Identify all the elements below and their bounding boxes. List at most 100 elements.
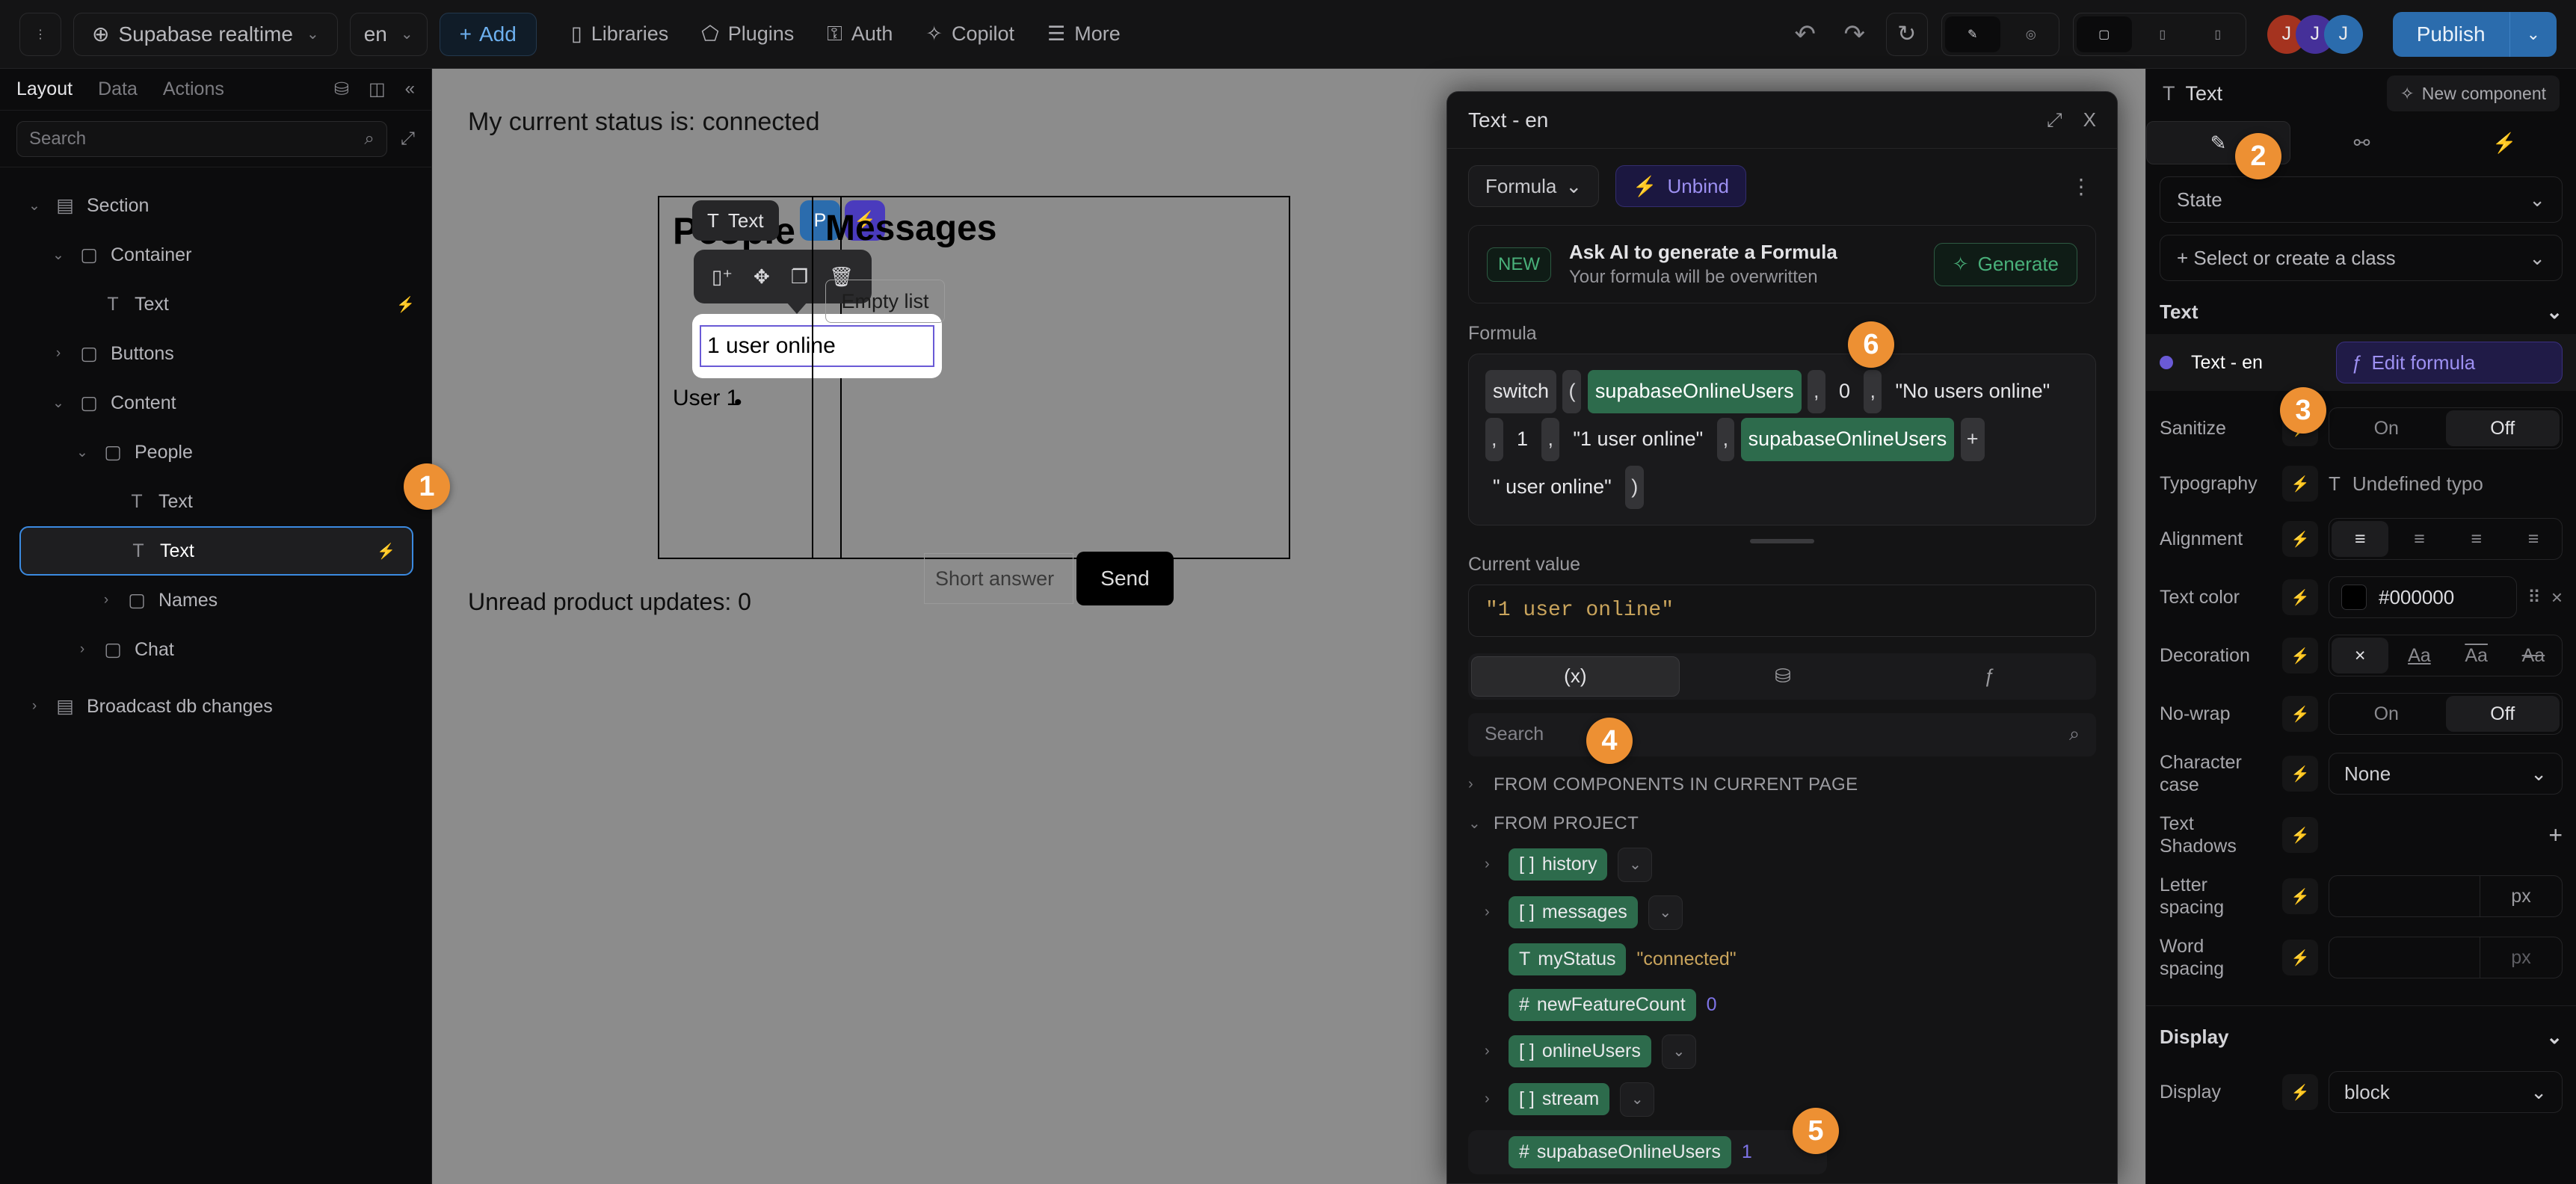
sanitize-on[interactable]: On	[2329, 408, 2444, 448]
publish-chevron-icon[interactable]: ⌄	[2510, 25, 2557, 44]
align-justify-icon[interactable]: ≡	[2505, 519, 2562, 559]
tab-data[interactable]: Data	[98, 78, 138, 100]
variables-tab[interactable]: (x)	[1471, 656, 1680, 697]
edit-mode-icon[interactable]: ✎	[1944, 16, 2000, 52]
align-center-icon[interactable]: ≡	[2391, 519, 2447, 559]
chevron-right-icon[interactable]: ›	[1485, 904, 1498, 921]
bug-icon[interactable]: ⛁	[334, 78, 349, 100]
generate-button[interactable]: ✧ Generate	[1933, 242, 2077, 286]
variable-row-highlighted[interactable]: # supabaseOnlineUsers 1	[1468, 1129, 1827, 1174]
variable-chip[interactable]: [ ] history	[1509, 848, 1608, 881]
preview-mode-icon[interactable]: ◎	[2003, 13, 2059, 55]
chevron-right-icon[interactable]: ›	[97, 592, 115, 608]
chevron-right-icon[interactable]: ›	[73, 641, 91, 658]
word-spacing-field[interactable]: px	[2329, 937, 2563, 978]
color-swatch[interactable]	[2341, 585, 2367, 610]
class-select[interactable]: + Select or create a class ⌄	[2160, 235, 2563, 281]
variable-chip[interactable]: [ ] messages	[1509, 896, 1638, 929]
state-select[interactable]: State ⌄	[2160, 176, 2563, 223]
unbind-button[interactable]: ⚡ Unbind	[1615, 165, 1746, 207]
nowrap-on[interactable]: On	[2329, 694, 2444, 734]
nowrap-off[interactable]: Off	[2445, 696, 2560, 732]
display-select[interactable]: block ⌄	[2329, 1071, 2563, 1113]
variable-row[interactable]: T myStatus "connected"	[1468, 943, 2096, 975]
letter-spacing-field[interactable]: px	[2329, 875, 2563, 917]
chevron-right-icon[interactable]: ›	[25, 698, 43, 715]
tablet-icon[interactable]: ▯	[2135, 13, 2190, 55]
project-selector[interactable]: ⊕ Supabase realtime ⌄	[73, 12, 338, 56]
chevron-right-icon[interactable]: ›	[1485, 1091, 1498, 1108]
desktop-icon[interactable]: ▢	[2076, 16, 2132, 52]
tree-item-text-1[interactable]: T Text ⚡	[0, 280, 431, 329]
word-spacing-unit[interactable]: px	[2480, 937, 2562, 978]
plug-icon[interactable]: ⚡	[396, 295, 415, 314]
chevron-down-icon[interactable]: ⌄	[49, 247, 67, 264]
character-case-select[interactable]: None ⌄	[2329, 753, 2563, 795]
typography-value-row[interactable]: T Undefined typo	[2329, 472, 2563, 496]
plug-icon[interactable]: ⚡	[2282, 579, 2318, 615]
nav-libraries[interactable]: ▯ Libraries	[571, 22, 668, 46]
message-input[interactable]: Short answer	[924, 553, 1073, 604]
close-icon[interactable]: X	[2083, 108, 2096, 132]
formula-token[interactable]: ,	[1716, 417, 1735, 461]
nav-more[interactable]: ☰ More	[1047, 22, 1121, 46]
variable-chip[interactable]: [ ] stream	[1509, 1083, 1610, 1116]
chevron-right-icon[interactable]: ›	[1485, 856, 1498, 873]
chevron-down-icon[interactable]: ⌄	[49, 395, 67, 412]
formula-token[interactable]: "No users online"	[1888, 370, 2057, 413]
modal-kebab-icon[interactable]: ⋮	[2071, 174, 2096, 199]
tab-layout[interactable]: Layout	[16, 78, 73, 100]
decoration-none[interactable]: ×	[2332, 638, 2389, 673]
edit-formula-button[interactable]: ƒ Edit formula	[2336, 342, 2563, 383]
plug-icon[interactable]: ⚡	[377, 542, 395, 561]
text-section-header[interactable]: Text ⌄	[2160, 300, 2563, 324]
avatar[interactable]: J	[2323, 14, 2363, 54]
formula-token-variable[interactable]: supabaseOnlineUsers	[1740, 417, 1955, 461]
formula-token[interactable]: ,	[1808, 370, 1825, 413]
formula-token[interactable]: " user online"	[1485, 466, 1619, 509]
chevron-down-icon[interactable]: ⌄	[1468, 814, 1482, 833]
plug-icon[interactable]: ⚡	[2282, 466, 2318, 502]
chevron-right-icon[interactable]: ›	[1485, 1043, 1498, 1060]
add-button[interactable]: + Add	[439, 12, 537, 56]
panel-icon[interactable]: ◫	[369, 78, 386, 100]
formula-token[interactable]: switch	[1485, 370, 1557, 413]
plug-icon[interactable]: ⚡	[2282, 1074, 2318, 1110]
plug-icon[interactable]: ⚡	[2282, 756, 2318, 792]
chevron-down-icon[interactable]: ⌄	[1618, 847, 1653, 882]
tree-item-broadcast-db-changes[interactable]: › ▤ Broadcast db changes	[0, 682, 431, 731]
formula-token-variable[interactable]: supabaseOnlineUsers	[1587, 370, 1802, 413]
formula-token[interactable]: 1	[1509, 418, 1535, 461]
formula-token[interactable]: (	[1562, 370, 1582, 413]
variable-row[interactable]: › [ ] onlineUsers ⌄	[1468, 1034, 2096, 1069]
tab-actions[interactable]: Actions	[163, 78, 224, 100]
tab-interactions[interactable]: ⚡	[2433, 121, 2576, 164]
plug-icon[interactable]: ⚡	[2282, 940, 2318, 975]
formula-token[interactable]: 0	[1831, 370, 1858, 413]
chevron-down-icon[interactable]: ⌄	[1648, 895, 1683, 930]
tree-item-container[interactable]: ⌄ ▢ Container	[0, 230, 431, 280]
duplicate-icon[interactable]: ❐	[791, 265, 808, 289]
formula-editor[interactable]: switch ( supabaseOnlineUsers , 0 , "No u…	[1468, 354, 2096, 525]
search-input[interactable]: Search ⌕	[16, 120, 387, 157]
functions-tab[interactable]: ƒ	[1886, 656, 2093, 697]
variable-row[interactable]: › [ ] history ⌄	[1468, 847, 2096, 882]
redo-icon[interactable]: ↷	[1837, 16, 1873, 52]
decoration-overline[interactable]: Aa	[2448, 635, 2505, 676]
tree-item-section[interactable]: ⌄ ▤ Section	[0, 181, 431, 230]
add-text-shadow-button[interactable]: +	[2548, 821, 2563, 849]
tree-item-text-selected[interactable]: T Text ⚡	[19, 526, 413, 576]
grid-icon[interactable]: ⠿	[2527, 587, 2541, 608]
group-components-in-current-page[interactable]: › FROM COMPONENTS IN CURRENT PAGE	[1468, 774, 2096, 795]
align-right-icon[interactable]: ≡	[2448, 519, 2505, 559]
variable-chip[interactable]: # newFeatureCount	[1509, 988, 1696, 1021]
undo-icon[interactable]: ↶	[1787, 16, 1823, 52]
decoration-strikethrough[interactable]: Aa	[2505, 635, 2562, 676]
move-icon[interactable]: ✥	[754, 265, 770, 289]
refresh-icon[interactable]: ↻	[1885, 12, 1928, 56]
formula-token[interactable]: "1 user online"	[1565, 418, 1710, 461]
plug-icon[interactable]: ⚡	[2282, 817, 2318, 853]
tree-item-content[interactable]: ⌄ ▢ Content	[0, 378, 431, 428]
align-left-icon[interactable]: ≡	[2332, 521, 2389, 557]
formula-mode-button[interactable]: Formula ⌄	[1468, 165, 1600, 207]
